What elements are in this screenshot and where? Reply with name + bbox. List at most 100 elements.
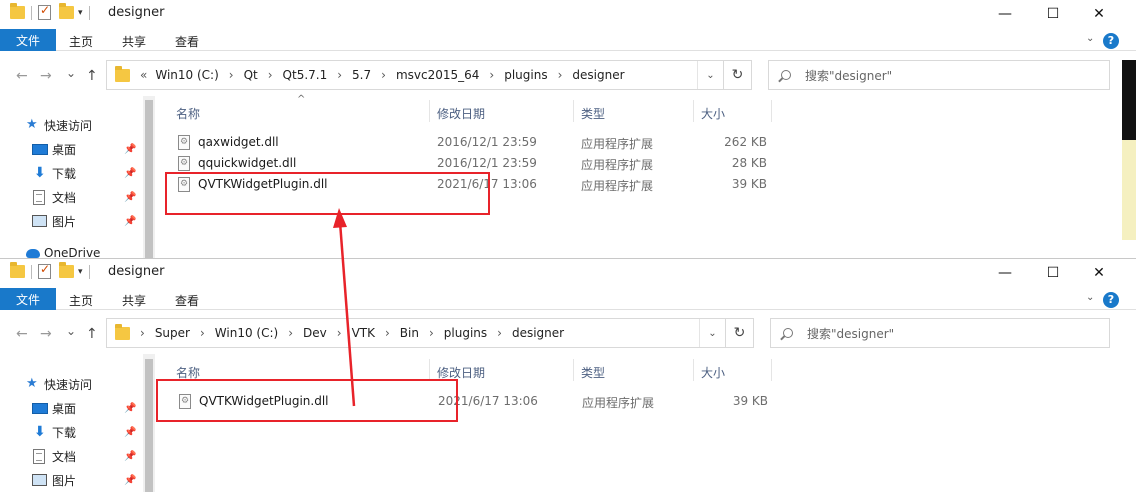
sidebar-item-onedrive[interactable]: OneDrive [0, 242, 150, 260]
pin-icon[interactable]: 📌 [124, 168, 136, 179]
sidebar-scrollbar-thumb[interactable] [145, 100, 153, 260]
column-divider[interactable] [429, 359, 430, 381]
minimize-button[interactable]: — [982, 259, 1028, 286]
file-row[interactable]: qquickwidget.dll [178, 152, 296, 174]
column-divider[interactable] [693, 100, 694, 122]
recent-locations-button[interactable]: ⌄ [66, 66, 76, 80]
tab-home[interactable]: 主页 [69, 33, 93, 50]
sidebar-item-documents[interactable]: 文档 📌 [0, 186, 150, 208]
up-button[interactable]: ↑ [86, 68, 98, 84]
chevron-right-icon[interactable]: › [229, 68, 234, 82]
chevron-right-icon[interactable]: › [381, 68, 386, 82]
chevron-right-icon[interactable]: › [337, 68, 342, 82]
chevron-right-icon[interactable]: › [497, 326, 502, 340]
breadcrumb-item[interactable]: plugins [444, 326, 487, 340]
folder-icon[interactable] [10, 262, 25, 278]
column-header-size[interactable]: 大小 [701, 105, 725, 122]
address-dropdown-icon[interactable]: ⌄ [699, 319, 725, 347]
sidebar-item-pictures[interactable]: 图片 📌 [0, 469, 150, 491]
back-button[interactable]: ← [16, 326, 28, 342]
breadcrumb-item[interactable]: Bin [400, 326, 419, 340]
address-bar[interactable]: « Win10 (C:) › Qt › Qt5.7.1 › 5.7 › msvc… [106, 60, 724, 90]
column-divider[interactable] [573, 359, 574, 381]
sidebar-item-desktop[interactable]: 桌面 📌 [0, 138, 150, 160]
overflow-chevron[interactable]: « [140, 68, 147, 82]
column-header-type[interactable]: 类型 [581, 364, 605, 381]
column-header-type[interactable]: 类型 [581, 105, 605, 122]
tab-share[interactable]: 共享 [122, 292, 146, 309]
sidebar-item-downloads[interactable]: ⬇ 下载 📌 [0, 162, 150, 184]
sidebar-item-quick-access[interactable]: ★ 快速访问 [0, 114, 150, 136]
column-divider[interactable] [573, 100, 574, 122]
maximize-button[interactable]: ☐ [1030, 0, 1076, 27]
maximize-button[interactable]: ☐ [1030, 259, 1076, 286]
chevron-right-icon[interactable]: › [140, 326, 145, 340]
tab-share[interactable]: 共享 [122, 33, 146, 50]
chevron-right-icon[interactable]: › [288, 326, 293, 340]
pin-icon[interactable]: 📌 [124, 475, 136, 486]
pin-icon[interactable]: 📌 [124, 451, 136, 462]
customize-chevron-icon[interactable]: ▾ [78, 267, 83, 277]
properties-icon[interactable] [38, 3, 51, 20]
search-input[interactable]: 搜索"designer" [770, 318, 1110, 348]
column-divider[interactable] [771, 100, 772, 122]
pin-icon[interactable]: 📌 [124, 427, 136, 438]
column-header-size[interactable]: 大小 [701, 364, 725, 381]
breadcrumb-item[interactable]: Win10 (C:) [215, 326, 278, 340]
breadcrumb-item[interactable]: designer [512, 326, 564, 340]
chevron-right-icon[interactable]: › [558, 68, 563, 82]
chevron-right-icon[interactable]: › [385, 326, 390, 340]
column-header-name[interactable]: 名称 [176, 105, 200, 122]
close-button[interactable]: ✕ [1076, 259, 1122, 286]
breadcrumb-item[interactable]: designer [572, 68, 624, 82]
expand-ribbon-icon[interactable]: ⌄ [1086, 33, 1094, 44]
sidebar-item-documents[interactable]: 文档 📌 [0, 445, 150, 467]
help-icon[interactable]: ? [1103, 33, 1119, 49]
chevron-right-icon[interactable]: › [489, 68, 494, 82]
help-icon[interactable]: ? [1103, 292, 1119, 308]
column-header-date[interactable]: 修改日期 [437, 105, 485, 122]
up-button[interactable]: ↑ [86, 326, 98, 342]
search-input[interactable]: 搜索"designer" [768, 60, 1110, 90]
address-bar[interactable]: › Super › Win10 (C:) › Dev › VTK › Bin ›… [106, 318, 726, 348]
folder-icon[interactable] [10, 3, 25, 19]
tab-file[interactable]: 文件 [0, 288, 56, 310]
tab-view[interactable]: 查看 [175, 33, 199, 50]
refresh-button[interactable]: ↻ [726, 318, 754, 348]
column-divider[interactable] [771, 359, 772, 381]
chevron-right-icon[interactable]: › [268, 68, 273, 82]
chevron-right-icon[interactable]: › [337, 326, 342, 340]
back-button[interactable]: ← [16, 68, 28, 84]
sidebar-item-downloads[interactable]: ⬇ 下载 📌 [0, 421, 150, 443]
tab-file[interactable]: 文件 [0, 29, 56, 51]
sidebar-item-desktop[interactable]: 桌面 📌 [0, 397, 150, 419]
pin-icon[interactable]: 📌 [124, 144, 136, 155]
close-button[interactable]: ✕ [1076, 0, 1122, 27]
recent-locations-button[interactable]: ⌄ [66, 324, 76, 338]
chevron-right-icon[interactable]: › [200, 326, 205, 340]
pin-icon[interactable]: 📌 [124, 216, 136, 227]
expand-ribbon-icon[interactable]: ⌄ [1086, 292, 1094, 303]
breadcrumb-item[interactable]: msvc2015_64 [396, 68, 479, 82]
address-dropdown-icon[interactable]: ⌄ [697, 61, 723, 89]
minimize-button[interactable]: — [982, 0, 1028, 27]
sidebar-scrollbar-thumb[interactable] [145, 359, 153, 492]
breadcrumb-item[interactable]: Win10 (C:) [155, 68, 218, 82]
sidebar-item-pictures[interactable]: 图片 📌 [0, 210, 150, 232]
breadcrumb-item[interactable]: Qt [244, 68, 258, 82]
chevron-right-icon[interactable]: › [429, 326, 434, 340]
breadcrumb-item[interactable]: Dev [303, 326, 327, 340]
new-folder-icon[interactable] [59, 3, 74, 19]
properties-icon[interactable] [38, 262, 51, 279]
pin-icon[interactable]: 📌 [124, 192, 136, 203]
column-divider[interactable] [429, 100, 430, 122]
breadcrumb-item[interactable]: 5.7 [352, 68, 371, 82]
new-folder-icon[interactable] [59, 262, 74, 278]
breadcrumb-item[interactable]: Super [155, 326, 190, 340]
file-row[interactable]: qaxwidget.dll [178, 131, 279, 153]
customize-chevron-icon[interactable]: ▾ [78, 8, 83, 18]
tab-view[interactable]: 查看 [175, 292, 199, 309]
column-divider[interactable] [693, 359, 694, 381]
breadcrumb-item[interactable]: Qt5.7.1 [283, 68, 328, 82]
forward-button[interactable]: → [40, 68, 52, 84]
